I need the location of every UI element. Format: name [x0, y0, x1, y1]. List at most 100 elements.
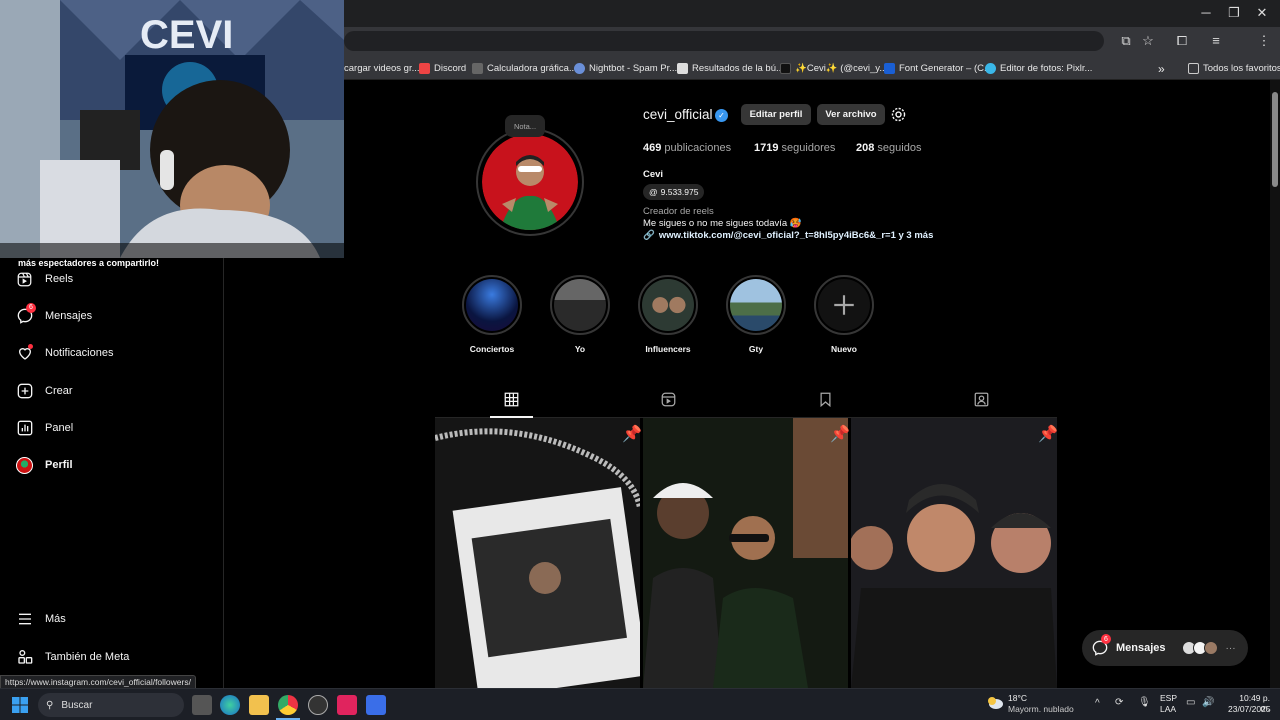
profile-link[interactable]: 🔗 www.tiktok.com/@cevi_oficial?_t=8hI5py4…	[643, 230, 933, 241]
message-badge: 6	[26, 302, 36, 313]
threads-badge[interactable]: @9.533.975	[643, 184, 705, 200]
post-thumbnail[interactable]	[851, 418, 1057, 688]
microphone-icon[interactable]: 🎙	[1138, 697, 1151, 708]
profile-bio: Me sigues o no me sigues todavía 🥵	[643, 218, 802, 229]
task-view-icon[interactable]	[192, 695, 212, 715]
weather-desc[interactable]: Mayorm. nublado	[1008, 704, 1074, 714]
profile-avatar-large[interactable]	[476, 128, 584, 236]
weather-temp[interactable]: 18°C	[1008, 693, 1027, 703]
scrollbar-thumb[interactable]	[1272, 92, 1278, 187]
sidebar-item-mensajes[interactable]: 6 Mensajes	[16, 302, 92, 328]
recent-contacts	[1181, 641, 1218, 655]
notification-dot	[28, 343, 33, 349]
taskbar-search[interactable]: ⚲ Buscar	[38, 693, 184, 717]
status-url: https://www.instagram.com/cevi_official/…	[0, 675, 196, 689]
extensions-icon[interactable]: ⧠	[1174, 33, 1190, 49]
tab-saved-icon[interactable]	[818, 392, 834, 410]
chart-icon	[16, 420, 33, 437]
posts-stat: 469 publicaciones	[643, 142, 732, 154]
messenger-icon: 6	[16, 302, 36, 325]
plus-square-icon	[16, 383, 33, 400]
highlight-item[interactable]: Conciertos	[462, 275, 522, 354]
followers-stat[interactable]: 1719 seguidores	[754, 142, 835, 154]
highlight-item[interactable]: Yo	[550, 275, 610, 354]
edit-profile-button[interactable]: Editar perfil	[741, 104, 811, 125]
settings-gear-icon[interactable]	[890, 106, 907, 123]
following-stat[interactable]: 208 seguidos	[856, 142, 921, 154]
bookmark-item[interactable]: cargar videos gr...	[344, 60, 420, 77]
bookmark-item[interactable]: Calculadora gráfica...	[472, 60, 577, 77]
link-icon: 🔗	[643, 230, 655, 241]
keyboard-layout[interactable]: LAA	[1160, 704, 1176, 714]
obs-icon[interactable]	[308, 695, 328, 715]
close-icon[interactable]: ✕	[1252, 4, 1272, 22]
tab-reels-icon[interactable]	[661, 392, 677, 410]
heart-icon	[16, 343, 33, 362]
avatar-icon	[16, 456, 33, 474]
highlight-item[interactable]: Influencers	[638, 275, 698, 354]
bookmark-item[interactable]: Nightbot - Spam Pr...	[574, 60, 677, 77]
media-control-icon[interactable]: ≡	[1208, 33, 1224, 49]
verified-badge-icon: ✓	[715, 109, 728, 122]
bookmark-item[interactable]: Font Generator – (C...	[884, 60, 992, 77]
sidebar-item-notificaciones[interactable]: Notificaciones	[16, 341, 113, 365]
pin-icon: 📌	[830, 426, 850, 443]
menu-kebab-icon[interactable]: ⋮	[1256, 33, 1272, 49]
meta-apps-icon	[16, 649, 33, 666]
more-bookmarks-icon[interactable]: »	[1158, 60, 1165, 77]
windows-start-icon[interactable]	[12, 697, 28, 713]
sidebar-item-meta[interactable]: También de Meta	[16, 645, 129, 669]
reels-icon	[16, 271, 33, 288]
edge-icon[interactable]	[220, 695, 240, 715]
messenger-icon: 6	[1092, 634, 1111, 656]
sidebar-item-mas[interactable]: Más	[16, 607, 66, 631]
highlight-item[interactable]: Gty	[726, 275, 786, 354]
cloud-icon	[986, 696, 1004, 710]
sidebar-item-crear[interactable]: Crear	[16, 379, 73, 403]
page-scrollbar[interactable]	[1270, 80, 1280, 688]
nightbot-icon	[574, 63, 585, 74]
pin-icon: 📌	[1038, 426, 1058, 443]
hamburger-icon	[16, 611, 33, 628]
webcam-caption: más espectadores a compartirlo!	[18, 258, 160, 268]
discord-icon	[419, 63, 430, 74]
tiktok-app-icon[interactable]	[337, 695, 357, 715]
search-icon: ⚲	[46, 699, 54, 711]
bookmark-star-icon[interactable]: ☆	[1140, 33, 1156, 49]
clock-date[interactable]: 23/07/2025	[1228, 704, 1271, 714]
plus-icon	[818, 279, 870, 331]
chevron-up-icon[interactable]: ^	[1095, 698, 1100, 709]
file-explorer-icon[interactable]	[249, 695, 269, 715]
new-highlight-button[interactable]: Nuevo	[814, 275, 874, 354]
profile-name: Cevi	[643, 169, 664, 180]
note-bubble[interactable]: Nota...	[505, 115, 545, 137]
view-archive-button[interactable]: Ver archivo	[817, 104, 885, 125]
install-app-icon[interactable]: ⧉	[1118, 33, 1134, 49]
tab-posts-grid-icon[interactable]	[504, 392, 520, 410]
messages-widget[interactable]: 6 Mensajes ···	[1082, 630, 1248, 666]
app-icon[interactable]	[366, 695, 386, 715]
all-bookmarks-folder[interactable]: Todos los favoritos	[1188, 60, 1280, 77]
minimize-icon[interactable]: ─	[1196, 4, 1216, 22]
sidebar-item-panel[interactable]: Panel	[16, 416, 73, 440]
pixlr-icon	[985, 63, 996, 74]
sync-icon[interactable]: ⟳	[1115, 697, 1123, 708]
network-icon[interactable]: ▭	[1186, 697, 1195, 708]
pin-icon: 📌	[622, 426, 642, 443]
sidebar-item-reels[interactable]: Reels	[16, 267, 73, 291]
bookmark-item[interactable]: Editor de fotos: Pixlr...	[985, 60, 1092, 77]
address-bar[interactable]	[344, 31, 1104, 51]
post-thumbnail[interactable]	[435, 418, 640, 688]
threads-icon: @	[649, 187, 658, 197]
language-code[interactable]: ESP	[1160, 693, 1177, 703]
sidebar-item-perfil[interactable]: Perfil	[16, 453, 73, 477]
chrome-icon[interactable]	[278, 695, 298, 715]
bookmark-item[interactable]: ✨Cevi✨ (@cevi_y...	[780, 60, 887, 77]
webcam-overlay: CEVI	[0, 0, 344, 258]
restore-icon[interactable]: ❐	[1224, 4, 1244, 22]
speaker-icon[interactable]: 🔊	[1202, 697, 1214, 708]
post-thumbnail[interactable]	[643, 418, 848, 688]
bookmark-item[interactable]: Discord	[419, 60, 466, 77]
bookmark-item[interactable]: Resultados de la bú...	[677, 60, 784, 77]
tab-tagged-icon[interactable]	[974, 392, 990, 410]
